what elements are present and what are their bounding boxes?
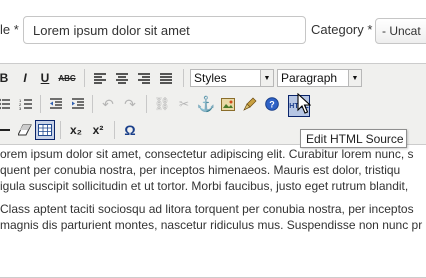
- special-char-button[interactable]: Ω: [120, 120, 140, 140]
- help-icon[interactable]: ?: [262, 94, 282, 114]
- mouse-cursor-icon: [297, 93, 311, 114]
- chevron-down-icon: ▼: [348, 70, 361, 86]
- remove-format-icon[interactable]: [15, 120, 35, 140]
- editor-content[interactable]: orem ipsum dolor sit amet, consectetur a…: [0, 146, 426, 240]
- align-right-icon[interactable]: [134, 68, 154, 88]
- category-label: Category *: [311, 22, 373, 37]
- paragraph: orem ipsum dolor sit amet, consectetur a…: [0, 146, 426, 194]
- toolbar-separator: [146, 95, 147, 113]
- format-dropdown[interactable]: Paragraph ▼: [277, 69, 362, 87]
- svg-text:3: 3: [19, 106, 22, 110]
- toolbar-separator: [183, 69, 184, 87]
- italic-label: I: [23, 71, 27, 85]
- title-input[interactable]: [23, 16, 306, 44]
- text-line: Class aptent taciti sociosqu ad litora t…: [0, 202, 414, 216]
- link-icon[interactable]: ⛓: [152, 94, 172, 114]
- special-char-label: Ω: [124, 122, 136, 138]
- superscript-label: x²: [92, 123, 104, 137]
- text-line: orem ipsum dolor sit amet, consectetur a…: [0, 147, 414, 161]
- chevron-down-icon: ▼: [260, 70, 273, 86]
- horizontal-rule-icon[interactable]: [0, 120, 14, 140]
- toolbar-separator: [40, 95, 41, 113]
- unlink-icon[interactable]: ✂: [174, 94, 194, 114]
- svg-text:?: ?: [269, 100, 275, 110]
- underline-button[interactable]: U: [35, 68, 55, 88]
- italic-button[interactable]: I: [15, 68, 35, 88]
- bullet-list-icon[interactable]: [0, 94, 14, 114]
- paragraph: Class aptent taciti sociosqu ad litora t…: [0, 201, 426, 233]
- numbered-list-icon[interactable]: 123: [15, 94, 35, 114]
- strikethrough-button[interactable]: ABC: [57, 68, 77, 88]
- underline-label: U: [40, 71, 50, 85]
- outdent-icon[interactable]: [46, 94, 66, 114]
- text-line: igula suscipit sollicitudin et ut tortor…: [0, 179, 409, 193]
- bold-label: B: [0, 71, 9, 85]
- align-center-icon[interactable]: [112, 68, 132, 88]
- superscript-button[interactable]: x²: [88, 120, 108, 140]
- category-select[interactable]: - Uncat: [375, 18, 426, 44]
- subscript-button[interactable]: x₂: [66, 120, 86, 140]
- styles-dropdown-label: Styles: [194, 71, 227, 85]
- table-icon[interactable]: [35, 120, 55, 140]
- bold-button[interactable]: B: [0, 68, 14, 88]
- toolbar-separator: [114, 121, 115, 139]
- redo-icon[interactable]: ↷: [120, 94, 140, 114]
- styles-dropdown[interactable]: Styles ▼: [190, 69, 274, 87]
- indent-icon[interactable]: [68, 94, 88, 114]
- image-icon[interactable]: [218, 94, 238, 114]
- toolbar-separator: [84, 69, 85, 87]
- anchor-icon[interactable]: ⚓: [196, 94, 216, 114]
- align-justify-icon[interactable]: [156, 68, 176, 88]
- text-line: magnis dis parturient montes, nascetur r…: [0, 218, 423, 232]
- toolbar-separator: [92, 95, 93, 113]
- text-line: quent per conubia nostra, per inceptos h…: [0, 163, 401, 177]
- title-label: le *: [0, 22, 19, 37]
- align-left-icon[interactable]: [90, 68, 110, 88]
- undo-icon[interactable]: ↶: [98, 94, 118, 114]
- cleanup-icon[interactable]: [240, 94, 260, 114]
- toolbar-separator: [60, 121, 61, 139]
- subscript-label: x₂: [69, 123, 82, 137]
- strikethrough-label: ABC: [58, 73, 76, 83]
- format-dropdown-label: Paragraph: [281, 71, 338, 85]
